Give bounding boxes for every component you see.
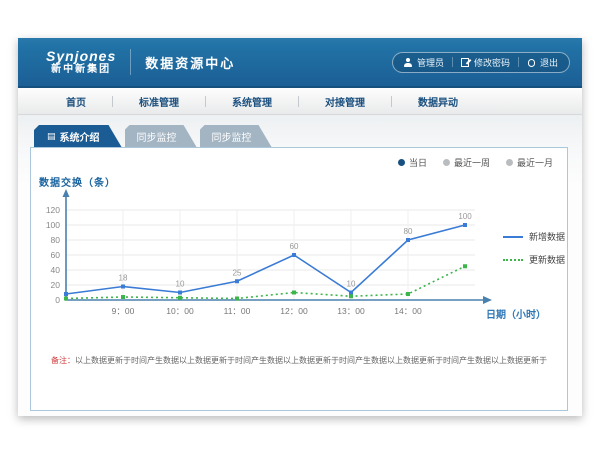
header-divider [130, 49, 131, 75]
user-bar-label: 修改密码 [474, 56, 510, 69]
x-tick-label: 14：00 [394, 306, 422, 316]
brand-logo: Synjones 新中新集团 [46, 49, 116, 75]
tab-label: 系统介绍 [60, 129, 100, 144]
data-point [235, 297, 239, 301]
chart-legend: 新增数据更新数据 [503, 230, 565, 276]
x-axis-title: 日期（小时） [486, 306, 546, 321]
legend-swatch [503, 236, 523, 238]
point-label: 10 [347, 280, 356, 289]
x-tick-label: 10：00 [166, 306, 194, 316]
footnote-prefix: 备注： [51, 356, 75, 365]
main-nav: 首页标准管理系统管理对接管理数据异动 [18, 88, 582, 115]
point-label: 100 [458, 212, 472, 221]
nav-item-0[interactable]: 首页 [40, 94, 112, 109]
nav-item-1[interactable]: 标准管理 [113, 94, 205, 109]
legend-label: 新增数据 [529, 230, 565, 243]
content-area: ▤系统介绍同步监控同步监控 当日最近一周最近一月 数据交换（条） 0204060… [18, 115, 582, 416]
point-label: 80 [404, 227, 413, 236]
radio-icon [506, 159, 513, 166]
page-background: Synjones 新中新集团 数据资源中心 管理员修改密码退出 首页标准管理系统… [0, 0, 600, 450]
nav-item-4[interactable]: 数据异动 [392, 94, 484, 109]
data-point [178, 296, 182, 300]
footnote: 备注：以上数据更新于时间产生数据以上数据更新于时间产生数据以上数据更新于时间产生… [31, 355, 567, 366]
data-point [406, 238, 410, 242]
y-tick-label: 60 [51, 250, 61, 260]
x-tick-label: 12：00 [280, 306, 308, 316]
range-option-label: 当日 [409, 156, 427, 169]
footnote-text: 以上数据更新于时间产生数据以上数据更新于时间产生数据以上数据更新于时间产生数据以… [75, 356, 547, 365]
tab-1[interactable]: 同步监控 [125, 125, 197, 147]
y-tick-label: 120 [46, 205, 60, 215]
data-point [178, 291, 182, 295]
data-point [121, 295, 125, 299]
data-point [235, 279, 239, 283]
user-bar-label: 退出 [540, 56, 558, 69]
tab-label: 同步监控 [212, 129, 252, 144]
brand-logo-text: Synjones [46, 49, 116, 64]
user-bar: 管理员 修改密码 退出 [392, 52, 570, 73]
data-point [64, 297, 68, 301]
data-point [64, 292, 68, 296]
tab-2[interactable]: 同步监控 [200, 125, 272, 147]
power-icon [527, 58, 536, 67]
range-option-0[interactable]: 当日 [398, 156, 427, 169]
x-axis-arrow-icon [483, 296, 492, 304]
data-point [463, 264, 467, 268]
chart-panel: 当日最近一周最近一月 数据交换（条） 0204060801001209：0010… [30, 147, 568, 411]
tab-bar: ▤ 系统介绍 同步监控 同步监控 [34, 125, 272, 147]
tab-label: 同步监控 [137, 129, 177, 144]
tab-0[interactable]: ▤ 系统介绍 [34, 125, 122, 147]
brand-logo-subtext: 新中新集团 [46, 64, 116, 75]
time-range-options: 当日 最近一周 最近一月 [398, 156, 553, 169]
x-tick-label: 11：00 [224, 306, 251, 316]
app-title: 数据资源中心 [145, 53, 235, 72]
range-option-label: 最近一周 [454, 156, 490, 169]
range-option-2[interactable]: 最近一月 [506, 156, 553, 169]
user-bar-account[interactable]: 管理员 [404, 56, 444, 69]
range-option-1[interactable]: 最近一周 [443, 156, 490, 169]
data-point [349, 291, 353, 295]
point-label: 60 [290, 242, 299, 251]
app-header: Synjones 新中新集团 数据资源中心 管理员 修改密码 退出 [18, 38, 582, 88]
data-point [406, 292, 410, 296]
nav-item-3[interactable]: 对接管理 [299, 94, 391, 109]
range-option-label: 最近一月 [517, 156, 553, 169]
user-bar-separator [518, 57, 519, 67]
point-label: 10 [176, 280, 185, 289]
legend-item-1[interactable]: 更新数据 [503, 253, 565, 266]
data-point [292, 291, 296, 295]
document-icon: ▤ [47, 132, 56, 141]
point-label: 25 [233, 268, 242, 277]
data-point [121, 285, 125, 289]
point-label: 18 [119, 274, 128, 283]
legend-label: 更新数据 [529, 253, 565, 266]
y-tick-label: 0 [55, 295, 60, 305]
y-tick-label: 80 [51, 235, 61, 245]
y-tick-label: 20 [51, 280, 61, 290]
user-icon [404, 58, 413, 67]
y-axis-arrow-icon [63, 189, 70, 197]
user-bar-label: 管理员 [417, 56, 444, 69]
legend-swatch [503, 259, 523, 261]
data-point [349, 294, 353, 298]
data-point [292, 253, 296, 257]
x-tick-label: 9：00 [112, 306, 135, 316]
user-bar-change-password[interactable]: 修改密码 [461, 56, 510, 69]
nav-item-2[interactable]: 系统管理 [206, 94, 298, 109]
edit-icon [461, 58, 470, 67]
line-chart: 0 20 40 60 80 100 120 9：00 10：00 11：00 12：00 13：00 1… [31, 178, 501, 328]
user-bar-separator [452, 57, 453, 67]
radio-selected-icon [398, 159, 405, 166]
legend-item-0[interactable]: 新增数据 [503, 230, 565, 243]
y-tick-label: 40 [51, 265, 61, 275]
app-window: Synjones 新中新集团 数据资源中心 管理员修改密码退出 首页标准管理系统… [18, 38, 582, 416]
user-bar-logout[interactable]: 退出 [527, 56, 558, 69]
x-tick-label: 13：00 [337, 306, 365, 316]
radio-icon [443, 159, 450, 166]
data-point [463, 223, 467, 227]
y-tick-label: 100 [46, 220, 60, 230]
